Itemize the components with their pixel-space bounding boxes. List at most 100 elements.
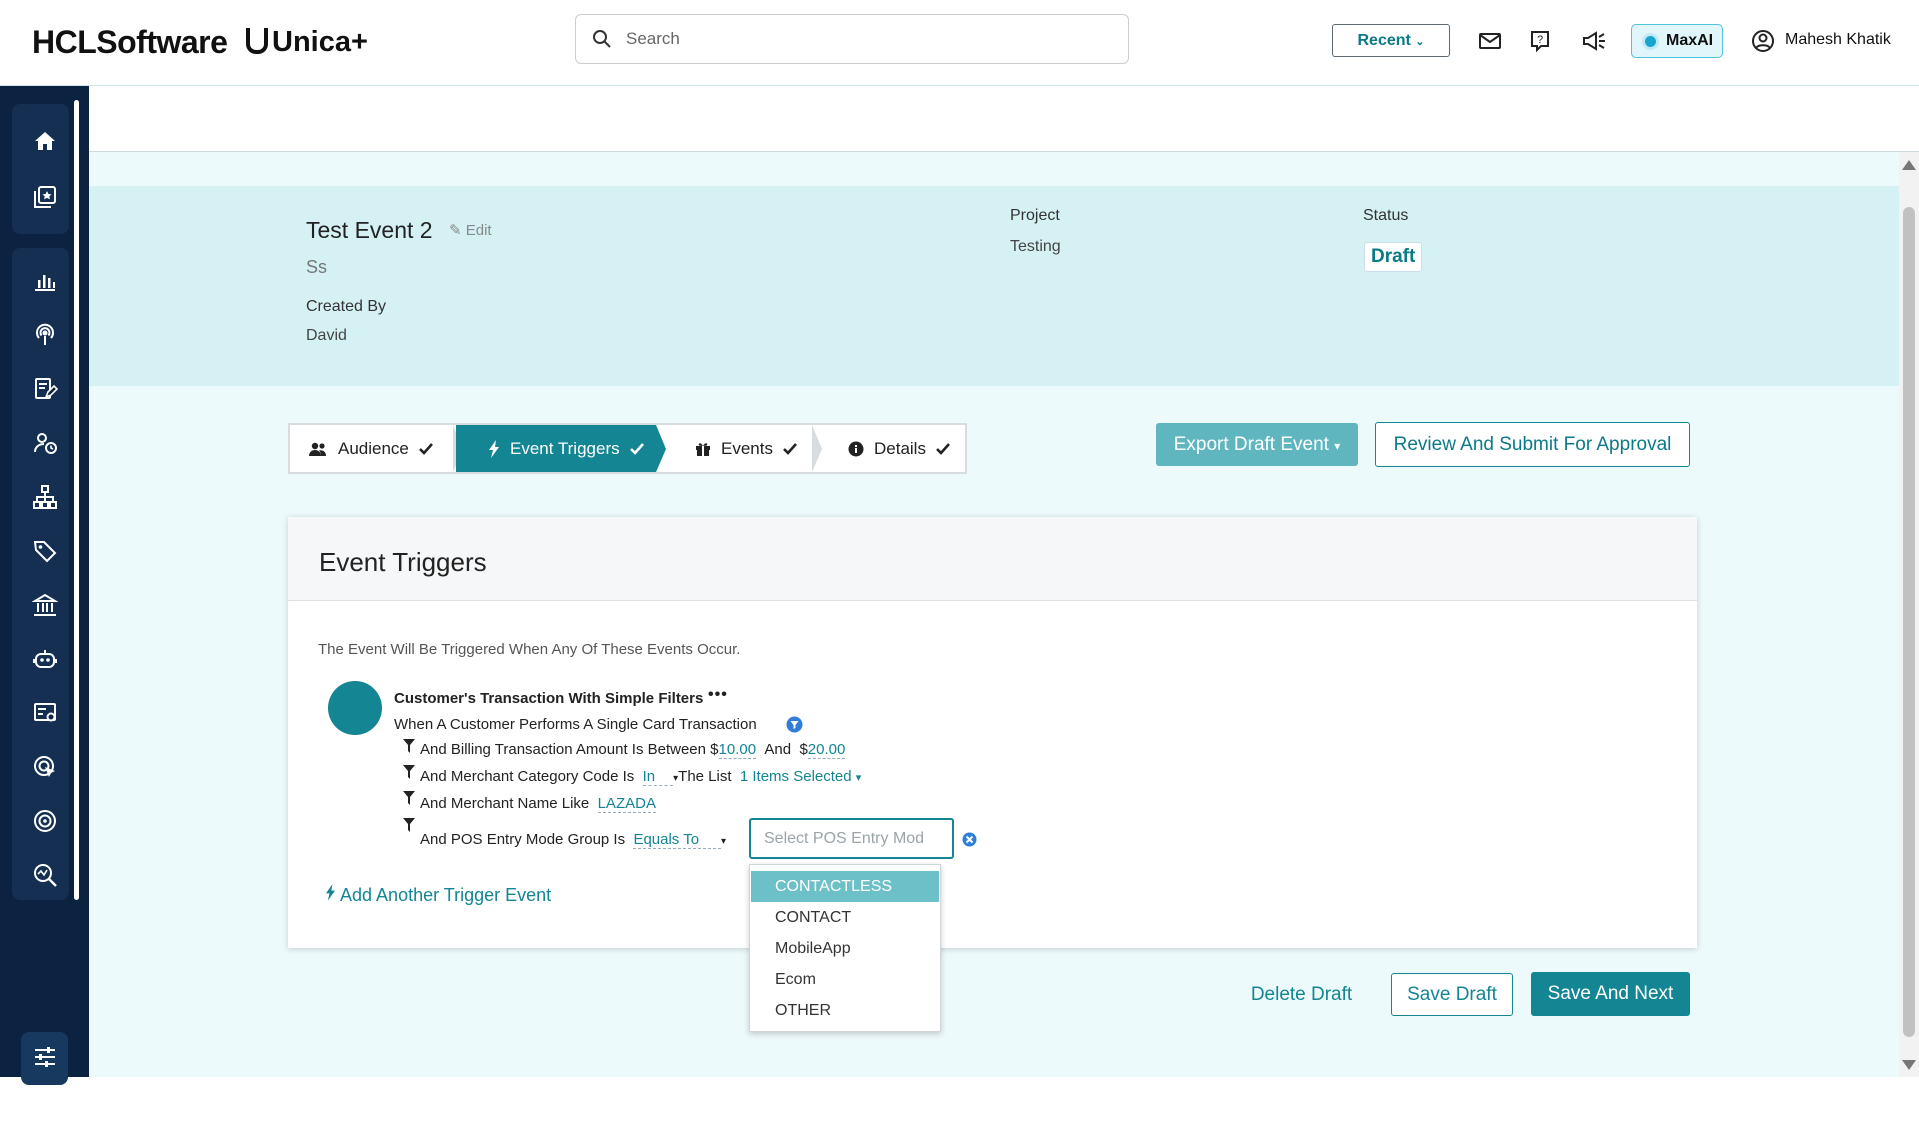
pencil-icon: ✎ bbox=[449, 222, 462, 239]
review-submit-button[interactable]: Review And Submit For Approval bbox=[1375, 422, 1690, 467]
pos-operator-select[interactable]: Equals To bbox=[633, 831, 722, 849]
edit-label: Edit bbox=[465, 222, 492, 239]
search-input[interactable] bbox=[624, 25, 1104, 53]
bank-icon[interactable] bbox=[30, 590, 60, 620]
dropdown-option-other[interactable]: OTHER bbox=[751, 995, 939, 1026]
scroll-thumb[interactable] bbox=[1903, 207, 1915, 1037]
dropdown-option-ecom[interactable]: Ecom bbox=[751, 964, 939, 995]
step-label: Audience bbox=[338, 438, 409, 458]
top-bar: HCLSoftware Unica+ Recent ⌄ ? MaxAI Mahe… bbox=[0, 0, 1919, 86]
sidebar-scrollbar[interactable] bbox=[74, 100, 79, 900]
operator-value: Equals To bbox=[633, 831, 700, 848]
filter-icon bbox=[403, 765, 415, 779]
save-draft-button[interactable]: Save Draft bbox=[1391, 973, 1513, 1016]
caret-down-icon: ▾ bbox=[855, 772, 862, 784]
merchant-name-value[interactable]: LAZADA bbox=[597, 795, 656, 813]
step-details[interactable]: Details bbox=[815, 425, 965, 472]
status-label: Status bbox=[1363, 207, 1409, 224]
chevron-down-icon: ⌄ bbox=[1415, 36, 1425, 48]
project-label: Project bbox=[1010, 207, 1060, 224]
company-logo[interactable]: HCLSoftware bbox=[32, 24, 228, 61]
more-options-icon[interactable]: ••• bbox=[708, 686, 728, 704]
add-trigger-event-link[interactable]: Add Another Trigger Event bbox=[325, 884, 551, 906]
target-icon[interactable] bbox=[30, 806, 60, 836]
bookmark-star-icon[interactable] bbox=[30, 182, 60, 212]
condition-text: And Merchant Name Like bbox=[420, 795, 590, 812]
sidebar bbox=[0, 86, 89, 1122]
step-events[interactable]: Events bbox=[659, 425, 822, 472]
add-trigger-label: Add Another Trigger Event bbox=[340, 885, 552, 905]
caret-down-icon: ▾ bbox=[1334, 438, 1341, 453]
target-cursor-icon[interactable] bbox=[30, 752, 60, 782]
form-settings-icon[interactable] bbox=[30, 698, 60, 728]
operator-value: In bbox=[642, 768, 656, 785]
search-box[interactable] bbox=[575, 14, 1129, 64]
product-logo[interactable]: Unica+ bbox=[246, 26, 368, 59]
dropdown-option-contactless[interactable]: CONTACTLESS bbox=[751, 871, 939, 902]
event-description: Ss bbox=[306, 257, 328, 277]
sidebar-group-top bbox=[12, 104, 69, 234]
tags-icon[interactable] bbox=[30, 536, 60, 566]
items-selected-dropdown[interactable]: 1 Items Selected ▾ bbox=[740, 768, 861, 785]
card-title: Event Triggers bbox=[319, 547, 487, 577]
amount-min-value[interactable]: 10.00 bbox=[718, 741, 757, 759]
clear-selection-icon[interactable] bbox=[962, 832, 977, 847]
pos-entry-mode-input[interactable] bbox=[749, 818, 954, 859]
help-icon[interactable]: ? bbox=[1527, 28, 1553, 54]
check-icon bbox=[629, 442, 644, 455]
analytics-icon[interactable] bbox=[30, 266, 60, 296]
scroll-up-icon[interactable] bbox=[1902, 160, 1916, 170]
mail-icon[interactable] bbox=[1477, 28, 1503, 54]
dropdown-option-contact[interactable]: CONTACT bbox=[751, 902, 939, 933]
condition-text: And POS Entry Mode Group Is bbox=[420, 831, 626, 848]
maxai-button[interactable]: MaxAI bbox=[1631, 24, 1723, 58]
document-edit-icon[interactable] bbox=[30, 374, 60, 404]
check-icon bbox=[783, 442, 797, 455]
currency-symbol: $ bbox=[799, 741, 808, 758]
edit-link[interactable]: ✎ Edit bbox=[449, 221, 492, 239]
announcement-icon[interactable] bbox=[1581, 28, 1607, 54]
search-analytics-icon[interactable] bbox=[30, 860, 60, 890]
status-badge: Draft bbox=[1364, 242, 1423, 272]
user-avatar-icon bbox=[1752, 30, 1774, 52]
created-by-value: David bbox=[306, 327, 347, 344]
gift-icon bbox=[695, 441, 711, 457]
step-audience[interactable]: Audience bbox=[290, 425, 463, 472]
amount-max-value[interactable]: 20.00 bbox=[807, 741, 846, 759]
card-header: Event Triggers bbox=[288, 517, 1697, 601]
created-by-label: Created By bbox=[306, 298, 387, 315]
user-name: Mahesh Khatik bbox=[1785, 31, 1891, 48]
and-label: And bbox=[764, 741, 792, 758]
condition-billing-amount: And Billing Transaction Amount Is Betwee… bbox=[420, 741, 846, 759]
user-clock-icon[interactable] bbox=[30, 428, 60, 458]
unica-logo-icon bbox=[246, 28, 268, 54]
recent-button[interactable]: Recent ⌄ bbox=[1332, 24, 1450, 57]
maxai-label: MaxAI bbox=[1666, 32, 1714, 49]
condition-text: And Merchant Category Code Is bbox=[420, 768, 635, 785]
event-title: Test Event 2 bbox=[306, 217, 433, 243]
step-label: Event Triggers bbox=[510, 438, 620, 458]
save-and-next-button[interactable]: Save And Next bbox=[1531, 972, 1690, 1016]
search-icon bbox=[593, 30, 611, 48]
filter-info-icon[interactable] bbox=[786, 716, 803, 733]
condition-merchant-name: And Merchant Name Like LAZADA bbox=[420, 795, 656, 813]
unlock-icon[interactable] bbox=[30, 1096, 60, 1126]
hierarchy-icon[interactable] bbox=[30, 482, 60, 512]
product-name: Unica+ bbox=[272, 26, 368, 58]
dropdown-option-mobileapp[interactable]: MobileApp bbox=[751, 933, 939, 964]
condition-merchant-category: And Merchant Category Code Is In ▾ The Lis… bbox=[420, 768, 861, 786]
recent-label: Recent bbox=[1357, 32, 1411, 49]
scroll-down-icon[interactable] bbox=[1902, 1060, 1916, 1070]
page-scrollbar[interactable] bbox=[1899, 152, 1919, 1077]
bot-icon[interactable] bbox=[30, 644, 60, 674]
sliders-icon[interactable] bbox=[30, 1042, 60, 1072]
home-icon[interactable] bbox=[30, 126, 60, 156]
operator-select[interactable]: In bbox=[642, 768, 674, 786]
delete-draft-button[interactable]: Delete Draft bbox=[1233, 973, 1370, 1016]
wizard-stepper: Audience Event Triggers Events Details bbox=[288, 423, 967, 474]
export-draft-event-button[interactable]: Export Draft Event ▾ bbox=[1156, 423, 1358, 466]
currency-symbol: $ bbox=[710, 741, 719, 758]
step-label: Events bbox=[721, 438, 773, 458]
step-event-triggers[interactable]: Event Triggers bbox=[456, 425, 666, 472]
broadcast-icon[interactable] bbox=[30, 320, 60, 350]
